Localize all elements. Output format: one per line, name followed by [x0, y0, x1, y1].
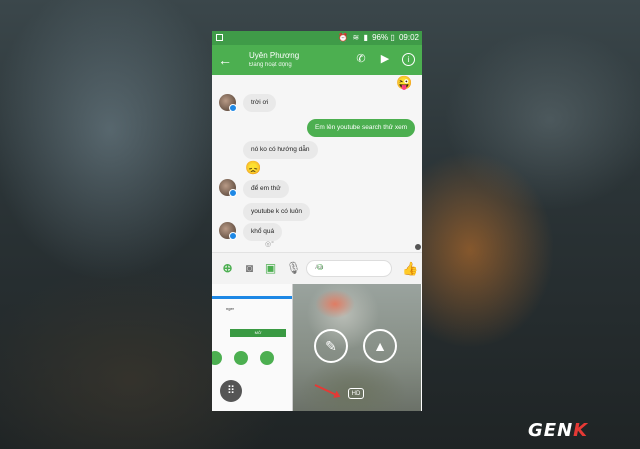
seen-reaction-icon: ◎° [265, 241, 274, 248]
signal-icon: ▮ [363, 33, 368, 42]
message-bubble[interactable]: youtube k có luôn [243, 203, 310, 221]
thumbnail-app-circle [212, 351, 222, 365]
thumbnail-title: nger [226, 306, 235, 311]
message-bubble[interactable]: nó ko có hướng dẫn [243, 141, 318, 159]
avatar[interactable] [219, 94, 237, 112]
thumbnail-app-circle [260, 351, 274, 365]
avatar[interactable] [219, 222, 237, 240]
read-receipt-avatar [415, 244, 421, 250]
status-right: ⏰ ≋ ▮ 96% ▯ 09:02 [338, 31, 419, 45]
alarm-icon: ⏰ [338, 33, 349, 42]
message-bubble[interactable]: khổ quá [243, 223, 283, 241]
clock: 09:02 [398, 33, 419, 42]
message-list[interactable]: 😜 trời ơi Em lên youtube search thử xem … [212, 75, 422, 252]
status-bar: ⏰ ≋ ▮ 96% ▯ 09:02 [212, 31, 422, 45]
sad-emoji-icon: 😞 [245, 160, 262, 175]
battery-icon: ▯ [390, 33, 395, 42]
media-tray: nger MỞ ⠿ ✎ ▲ HD [212, 284, 422, 411]
emoji-icon[interactable]: ☺ [315, 262, 388, 273]
hd-toggle[interactable]: HD [348, 388, 364, 399]
gallery-notification-icon [216, 34, 223, 41]
composer-bar: ⊕ ◙ ▣ 🎙 Aa ☺ 👍 [212, 252, 422, 285]
video-call-icon[interactable]: ▶ [378, 52, 392, 66]
back-arrow-icon[interactable]: ← [218, 51, 232, 69]
thumbs-up-icon[interactable]: 👍 [402, 262, 418, 275]
selected-photo-thumbnail[interactable]: ✎ ▲ HD [293, 284, 421, 411]
thumbnail-app-circle [234, 351, 248, 365]
wink-emoji-icon: 😜 [396, 75, 413, 90]
gallery-thumbnail[interactable]: nger MỞ ⠿ [212, 284, 293, 411]
brand-text-accent: K [573, 420, 589, 441]
genk-watermark-logo: GENK [528, 420, 588, 441]
message-bubble[interactable]: để em thử [243, 180, 289, 198]
conversation-header: ← Uyên Phương Đang hoạt động ✆ ▶ i [212, 45, 422, 75]
microphone-icon[interactable]: 🎙 [286, 262, 301, 275]
send-arrow-icon[interactable]: ▲ [363, 329, 397, 363]
phone-screen: ⏰ ≋ ▮ 96% ▯ 09:02 ← Uyên Phương Đang hoạ… [212, 31, 422, 411]
annotation-arrow [314, 384, 339, 397]
phone-call-icon[interactable]: ✆ [354, 52, 368, 66]
message-input[interactable]: Aa ☺ [306, 260, 392, 277]
info-icon[interactable]: i [402, 53, 415, 66]
message-bubble-outgoing[interactable]: Em lên youtube search thử xem [307, 119, 416, 137]
wifi-icon: ≋ [352, 33, 360, 42]
plus-icon[interactable]: ⊕ [221, 262, 234, 275]
message-bubble[interactable]: trời ơi [243, 94, 277, 112]
contact-status: Đang hoạt động [249, 62, 292, 68]
thumbnail-open-button: MỞ [230, 329, 286, 337]
camera-icon[interactable]: ◙ [243, 262, 256, 275]
grid-menu-icon[interactable]: ⠿ [220, 380, 242, 402]
contact-name[interactable]: Uyên Phương [249, 51, 299, 60]
brand-text: GEN [528, 420, 574, 441]
image-icon[interactable]: ▣ [264, 262, 277, 275]
edit-pencil-icon[interactable]: ✎ [314, 329, 348, 363]
battery-percent: 96% [372, 33, 389, 42]
thumbnail-header-bar [212, 296, 292, 299]
avatar[interactable] [219, 179, 237, 197]
